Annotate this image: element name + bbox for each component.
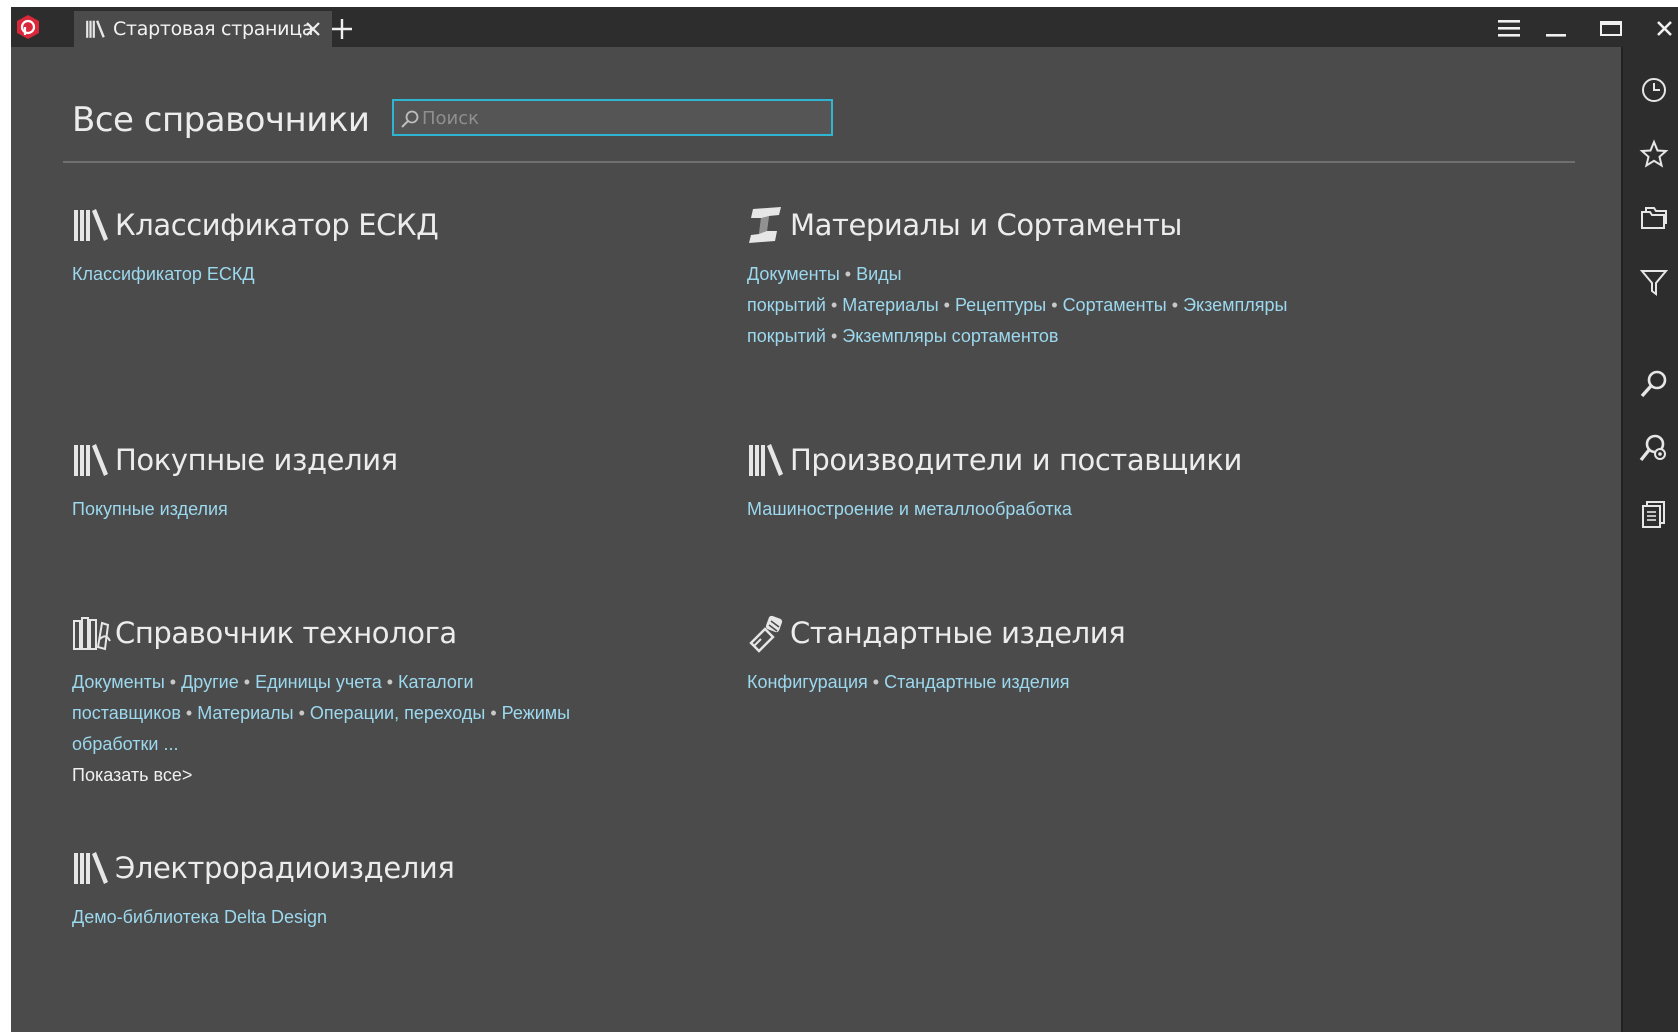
right-toolbar: [1621, 47, 1678, 1032]
category-link[interactable]: Сортаменты: [1063, 295, 1167, 315]
category-standard-items: Стандартные изделия Конфигурация • Стандар…: [747, 613, 1407, 698]
tab-label: Стартовая страница: [113, 18, 314, 40]
bolts-icon: [749, 615, 783, 653]
category-title: Стандартные изделия: [790, 616, 1126, 650]
category-title: Электрорадиоизделия: [115, 851, 455, 885]
link-separator: •: [844, 264, 852, 284]
library-icon: [84, 18, 108, 40]
category-link[interactable]: Рецептуры: [955, 295, 1046, 315]
category-link[interactable]: Материалы: [842, 295, 938, 315]
search-box[interactable]: [392, 99, 833, 136]
minimize-icon[interactable]: [1542, 15, 1570, 41]
technologist-books-icon: [73, 617, 111, 651]
maximize-icon[interactable]: [1597, 15, 1625, 41]
link-separator: •: [1171, 295, 1179, 315]
menu-icon[interactable]: [1495, 15, 1523, 41]
divider: [63, 161, 1575, 163]
folder-icon[interactable]: [1639, 203, 1669, 233]
i-beam-icon: [749, 207, 781, 243]
category-link[interactable]: Документы: [747, 264, 840, 284]
filter-icon[interactable]: [1639, 267, 1669, 297]
link-separator: •: [1051, 295, 1058, 315]
category-links: Демо-библиотека Delta Design: [72, 902, 602, 933]
category-header[interactable]: Покупные изделия: [72, 440, 732, 480]
link-separator: •: [298, 703, 305, 723]
search-icon: [401, 110, 419, 128]
close-icon[interactable]: [1651, 15, 1678, 41]
category-link[interactable]: Экземпляры сортаментов: [842, 326, 1058, 346]
advanced-search-icon[interactable]: [1639, 433, 1669, 463]
link-separator: •: [943, 295, 950, 315]
link-separator: •: [830, 295, 838, 315]
category-title: Покупные изделия: [115, 443, 398, 477]
category-links: Документы • Виды покрытий • Материалы • Рецепт…: [747, 259, 1287, 352]
close-tab-icon[interactable]: [302, 18, 324, 40]
link-separator: •: [872, 672, 880, 692]
search-input[interactable]: [422, 105, 822, 131]
favorites-star-icon[interactable]: [1639, 139, 1669, 169]
category-title: Классификатор ЕСКД: [115, 208, 439, 242]
category-link[interactable]: Единицы учета: [255, 672, 382, 692]
category-links: Покупные изделия: [72, 494, 602, 525]
category-link[interactable]: Операции, переходы: [310, 703, 485, 723]
category-header[interactable]: Классификатор ЕСКД: [72, 205, 732, 245]
history-icon[interactable]: [1639, 75, 1669, 105]
category-links: Классификатор ЕСКД: [72, 259, 602, 290]
category-links: Машиностроение и металлообработка: [747, 494, 1277, 525]
category-links: Конфигурация • Стандартные изделия: [747, 667, 1277, 698]
category-title: Производители и поставщики: [790, 443, 1242, 477]
show-all-link[interactable]: Показать все>: [72, 760, 602, 791]
page-title: Все справочники: [72, 100, 370, 140]
category-link[interactable]: Материалы: [197, 703, 293, 723]
link-separator: •: [490, 703, 497, 723]
category-purchased-items: Покупные изделия Покупные изделия: [72, 440, 732, 525]
category-header[interactable]: Справочник технолога: [72, 613, 732, 653]
search-icon[interactable]: [1639, 369, 1669, 399]
link-separator: •: [185, 703, 193, 723]
category-header[interactable]: Электрорадиоизделия: [72, 848, 732, 888]
library-icon: [747, 440, 787, 480]
category-link[interactable]: Демо-библиотека Delta Design: [72, 907, 327, 927]
category-header[interactable]: Производители и поставщики: [747, 440, 1407, 480]
library-icon: [72, 440, 112, 480]
plus-icon[interactable]: [329, 16, 355, 42]
link-separator: •: [830, 326, 838, 346]
link-separator: •: [243, 672, 251, 692]
category-technologist-reference: Справочник технолога Документы • Другие • Ед…: [72, 613, 732, 791]
category-links: Документы • Другие • Единицы учета • Каталоги …: [72, 667, 602, 791]
documents-icon[interactable]: [1639, 499, 1669, 529]
category-eskd-classifier: Классификатор ЕСКД Классификатор ЕСКД: [72, 205, 732, 290]
category-link[interactable]: Классификатор ЕСКД: [72, 264, 255, 284]
main-content: Все справочники Классификатор ЕСКД Класс…: [11, 47, 1621, 1032]
category-electronic-components: Электрорадиоизделия Демо-библиотека Delt…: [72, 848, 732, 933]
title-bar: Стартовая страница: [11, 7, 1678, 47]
category-link[interactable]: Машиностроение и металлообработка: [747, 499, 1072, 519]
app-logo-icon[interactable]: [15, 14, 41, 40]
category-materials: Материалы и Сортаменты Документы • Виды по…: [747, 205, 1407, 352]
category-title: Материалы и Сортаменты: [790, 208, 1183, 242]
category-link[interactable]: Покупные изделия: [72, 499, 228, 519]
link-separator: •: [169, 672, 177, 692]
link-separator: •: [386, 672, 394, 692]
category-header[interactable]: Стандартные изделия: [747, 613, 1407, 653]
library-icon: [72, 848, 112, 888]
category-manufacturers: Производители и поставщики Машиностроени…: [747, 440, 1407, 525]
category-link[interactable]: Стандартные изделия: [884, 672, 1069, 692]
category-link[interactable]: Документы: [72, 672, 165, 692]
library-icon: [72, 205, 112, 245]
category-link[interactable]: Конфигурация: [747, 672, 868, 692]
app-window: Стартовая страница Все справочники Поиск…: [11, 7, 1678, 1032]
category-header[interactable]: Материалы и Сортаменты: [747, 205, 1407, 245]
category-link[interactable]: Другие: [181, 672, 239, 692]
tab-start-page[interactable]: Стартовая страница: [74, 11, 332, 47]
category-title: Справочник технолога: [115, 616, 457, 650]
